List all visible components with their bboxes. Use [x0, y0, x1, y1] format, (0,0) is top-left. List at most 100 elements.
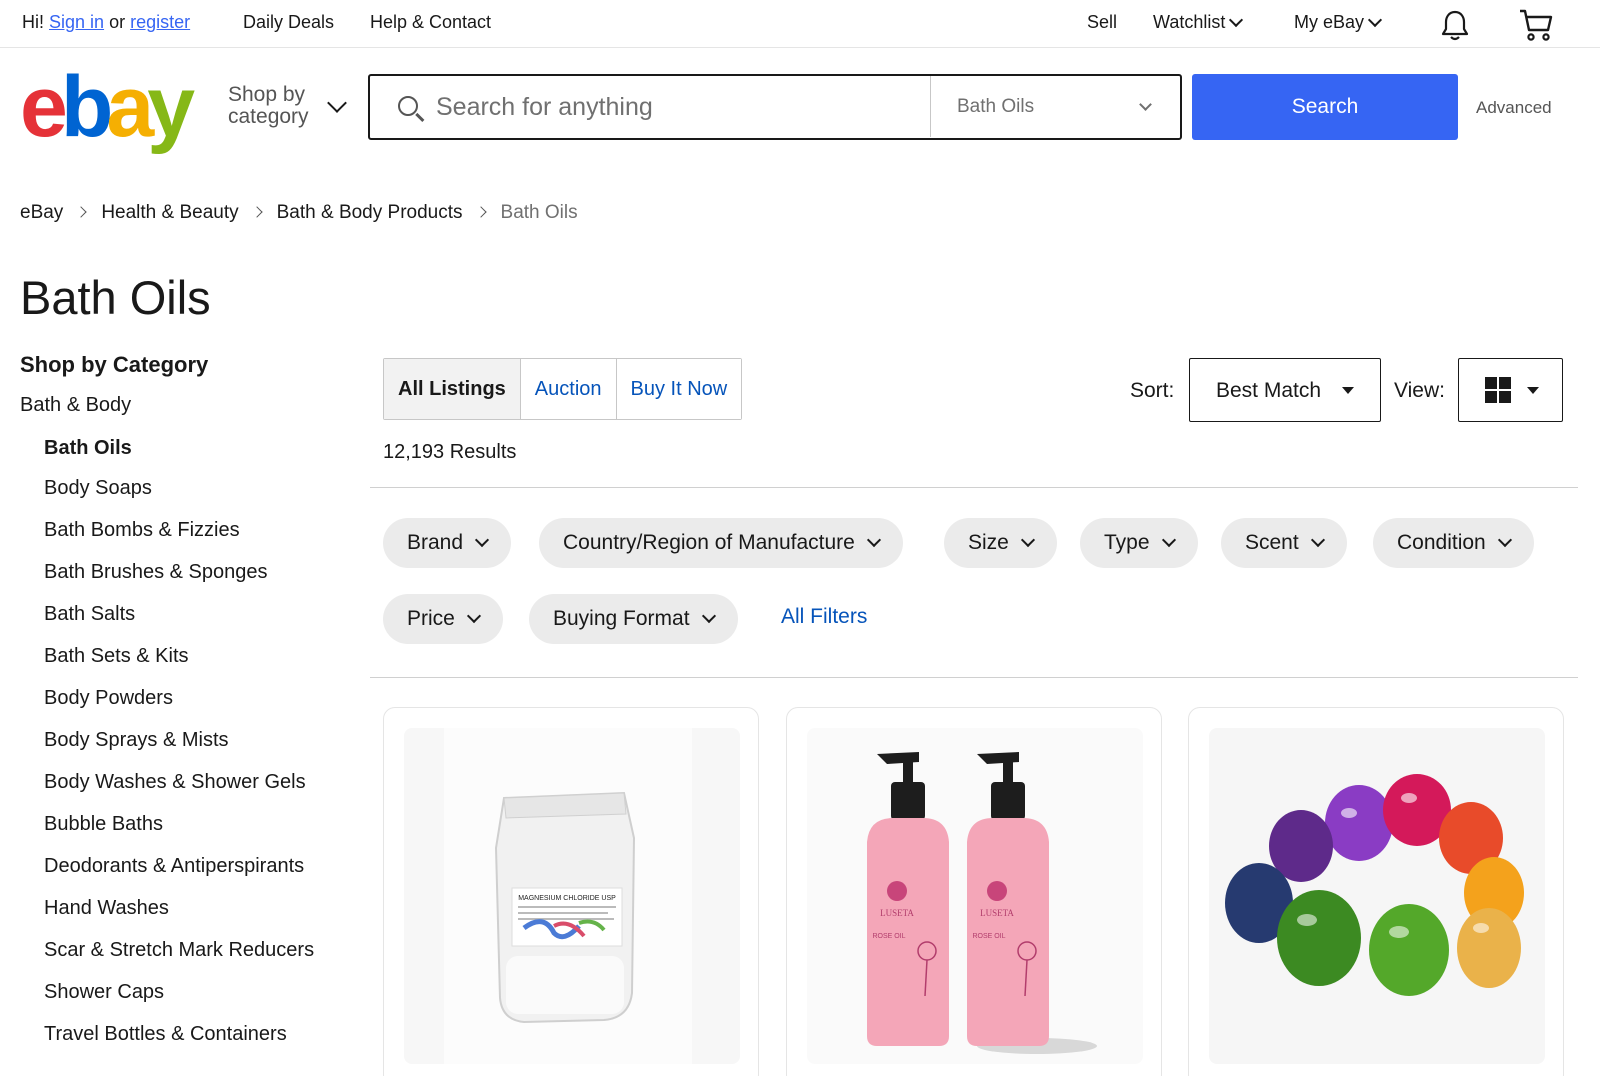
notification-bell-icon[interactable]: [1439, 9, 1471, 41]
product-bottles-image: LUSETA ROSE OIL LUSETA ROSE OIL: [867, 752, 1097, 1054]
sort-value: Best Match: [1216, 379, 1322, 402]
chevron-right-icon: [75, 206, 87, 218]
daily-deals-link[interactable]: Daily Deals: [243, 12, 334, 33]
sidebar-item-bubble-baths[interactable]: Bubble Baths: [20, 811, 360, 853]
top-bar: Hi! Sign in or register Daily Deals Help…: [0, 0, 1600, 48]
product-brand-text: LUSETA: [880, 908, 914, 918]
logo-letter-e: e: [20, 59, 68, 155]
page-title: Bath Oils: [20, 271, 211, 324]
search-bar: Bath Oils: [368, 74, 1182, 140]
sidebar-item-bath-sets[interactable]: Bath Sets & Kits: [20, 643, 360, 685]
filter-price[interactable]: Price: [383, 594, 503, 644]
view-select[interactable]: [1458, 358, 1563, 422]
watchlist-label: Watchlist: [1153, 12, 1226, 32]
filter-label: Condition: [1397, 531, 1486, 554]
caret-down-icon: [1527, 387, 1539, 394]
product-brand-text: LUSETA: [980, 908, 1014, 918]
chevron-down-icon: [327, 93, 347, 113]
or-text: or: [109, 12, 126, 32]
shop-by-line2: category: [228, 105, 309, 128]
chevron-down-icon: [1367, 12, 1383, 28]
sidebar-heading: Shop by Category: [20, 352, 209, 377]
watchlist-menu[interactable]: Watchlist: [1153, 12, 1244, 33]
logo-letter-y: y: [147, 59, 195, 155]
my-ebay-menu[interactable]: My eBay: [1294, 12, 1383, 33]
all-filters-link[interactable]: All Filters: [781, 605, 867, 629]
product-image[interactable]: LUSETA ROSE OIL LUSETA ROSE OIL: [807, 728, 1143, 1064]
sort-label: Sort:: [1130, 379, 1175, 402]
grid-view-icon: [1485, 377, 1511, 403]
sidebar-item-body-powders[interactable]: Body Powders: [20, 685, 360, 727]
product-card[interactable]: LUSETA ROSE OIL LUSETA ROSE OIL: [786, 707, 1162, 1076]
sidebar-item-body-washes[interactable]: Body Washes & Shower Gels: [20, 769, 360, 811]
sign-in-link[interactable]: Sign in: [49, 12, 104, 32]
sell-link[interactable]: Sell: [1087, 12, 1117, 33]
tab-all-listings[interactable]: All Listings: [384, 359, 521, 419]
listing-type-tabs: All Listings Auction Buy It Now: [383, 358, 743, 420]
tab-buy-it-now[interactable]: Buy It Now: [616, 359, 742, 419]
chevron-right-icon: [474, 206, 487, 218]
sidebar-item-travel-bottles[interactable]: Travel Bottles & Containers: [20, 1021, 360, 1063]
search-input[interactable]: [436, 84, 916, 130]
product-image[interactable]: MAGNESIUM CHLORIDE USP: [404, 728, 740, 1064]
results-count: 12,193 Results: [383, 441, 517, 463]
product-bag-image: MAGNESIUM CHLORIDE USP: [494, 791, 636, 1024]
category-sidebar: Shop by Category Bath & Body Bath Oils B…: [20, 352, 360, 1063]
breadcrumb-health-beauty[interactable]: Health & Beauty: [101, 202, 238, 223]
sidebar-item-body-sprays[interactable]: Body Sprays & Mists: [20, 727, 360, 769]
shop-by-category-button[interactable]: Shop by category: [228, 84, 309, 128]
breadcrumb: eBay Health & Beauty Bath & Body Products B…: [20, 202, 578, 224]
ebay-logo[interactable]: ebay: [20, 62, 210, 152]
advanced-search-link[interactable]: Advanced: [1476, 98, 1552, 118]
sidebar-item-scar-reducers[interactable]: Scar & Stretch Mark Reducers: [20, 937, 360, 979]
sidebar-item-hand-washes[interactable]: Hand Washes: [20, 895, 360, 937]
search-icon: [398, 96, 418, 116]
sidebar-item-deodorants[interactable]: Deodorants & Antiperspirants: [20, 853, 360, 895]
product-label-text: ROSE OIL: [872, 933, 905, 940]
tab-auction[interactable]: Auction: [520, 359, 617, 419]
my-ebay-label: My eBay: [1294, 12, 1365, 32]
filter-size[interactable]: Size: [944, 518, 1057, 568]
greeting: Hi!: [22, 12, 44, 32]
cart-icon[interactable]: [1518, 8, 1554, 42]
filter-label: Country/Region of Manufacture: [563, 531, 855, 554]
chevron-down-icon: [701, 608, 716, 624]
chevron-down-icon: [474, 532, 490, 548]
product-label-text: ROSE OIL: [972, 933, 1005, 940]
register-link[interactable]: register: [130, 12, 190, 32]
product-card[interactable]: [1188, 707, 1564, 1076]
filter-buying-format[interactable]: Buying Format: [529, 594, 738, 644]
sidebar-item-bath-oils: Bath Oils: [44, 437, 132, 459]
product-card[interactable]: MAGNESIUM CHLORIDE USP: [383, 707, 759, 1076]
filter-label: Size: [968, 531, 1009, 554]
category-select[interactable]: Bath Oils: [930, 76, 1180, 137]
chevron-down-icon: [1020, 532, 1035, 548]
search-button[interactable]: Search: [1192, 74, 1458, 140]
filter-type[interactable]: Type: [1080, 518, 1198, 568]
filter-country[interactable]: Country/Region of Manufacture: [539, 518, 903, 568]
filter-scent[interactable]: Scent: [1221, 518, 1347, 568]
sidebar-item-shower-caps[interactable]: Shower Caps: [20, 979, 360, 1021]
sidebar-item-bath-bombs[interactable]: Bath Bombs & Fizzies: [20, 517, 360, 559]
sidebar-parent-category[interactable]: Bath & Body: [20, 394, 360, 417]
divider: [370, 487, 1578, 488]
sort-select[interactable]: Best Match: [1189, 358, 1381, 422]
breadcrumb-ebay[interactable]: eBay: [20, 202, 63, 223]
sidebar-item-bath-brushes[interactable]: Bath Brushes & Sponges: [20, 559, 360, 601]
view-label: View:: [1394, 379, 1445, 402]
filter-brand[interactable]: Brand: [383, 518, 512, 568]
logo-letter-b: b: [60, 59, 113, 155]
chevron-down-icon: [1310, 532, 1325, 548]
product-label-text: MAGNESIUM CHLORIDE USP: [518, 895, 616, 902]
breadcrumb-bath-body-products[interactable]: Bath & Body Products: [277, 202, 463, 223]
filter-label: Price: [407, 607, 455, 630]
help-contact-link[interactable]: Help & Contact: [370, 12, 491, 33]
sidebar-item-bath-salts[interactable]: Bath Salts: [20, 601, 360, 643]
chevron-down-icon: [866, 532, 881, 548]
chevron-down-icon: [466, 608, 481, 624]
sidebar-item-body-soaps[interactable]: Body Soaps: [20, 475, 360, 517]
logo-letter-a: a: [106, 59, 154, 155]
shop-by-line1: Shop by: [228, 83, 306, 106]
filter-condition[interactable]: Condition: [1373, 518, 1534, 568]
product-image[interactable]: [1209, 728, 1545, 1064]
